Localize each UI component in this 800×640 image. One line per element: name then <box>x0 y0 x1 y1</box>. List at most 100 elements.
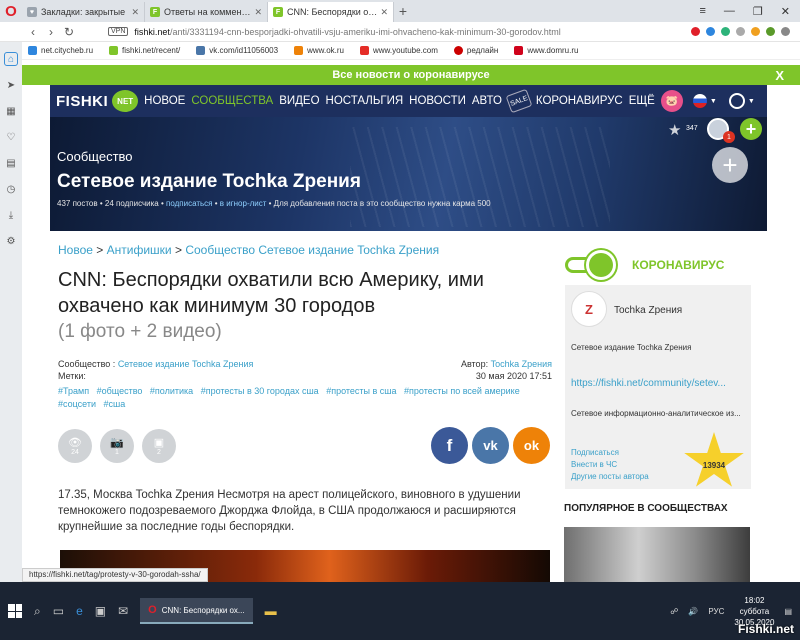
share-buttons: f vk ok <box>431 427 550 464</box>
download-icon[interactable]: ⤓ <box>4 208 18 222</box>
news-icon[interactable]: ▤ <box>4 156 18 170</box>
store-icon[interactable]: ▣ <box>95 604 106 618</box>
tab-replies[interactable]: F Ответы на комментарии ✕ <box>145 2 268 22</box>
vpn-badge[interactable]: VPN <box>108 27 129 36</box>
facebook-share-button[interactable]: f <box>431 427 468 464</box>
maximize-icon[interactable]: ❐ <box>753 5 763 18</box>
chevron-down-icon[interactable]: ▼ <box>748 98 755 105</box>
russia-flag-icon[interactable] <box>692 94 707 108</box>
hero-title[interactable]: Сетевое издание Tochka Zрения <box>57 171 361 193</box>
breadcrumb-community[interactable]: Сообщество Сетевое издание Tochka Zрения <box>185 243 439 257</box>
breadcrumb-section[interactable]: Антифишки <box>107 243 172 257</box>
bookmark-item[interactable]: www.domru.ru <box>514 46 578 55</box>
other-posts-link[interactable]: Другие посты автора <box>571 471 649 483</box>
tag-link[interactable]: #протесты в сша <box>326 386 396 396</box>
edge-icon[interactable]: e <box>76 604 83 618</box>
volume-icon[interactable]: 🔊 <box>688 607 698 616</box>
vk-share-button[interactable]: vk <box>472 427 509 464</box>
add-post-button[interactable]: + <box>740 118 762 140</box>
home-icon[interactable]: ⌂ <box>4 52 18 66</box>
author-avatar[interactable]: Z <box>571 291 607 327</box>
opera-icon[interactable] <box>691 27 700 36</box>
heart-icon[interactable]: ♡ <box>4 130 18 144</box>
subscribe-link[interactable]: подписаться <box>166 199 213 208</box>
sale-tag-icon[interactable]: SALE <box>505 88 533 114</box>
filter-icon[interactable]: ≡ <box>699 5 705 17</box>
close-window-icon[interactable]: ✕ <box>781 5 790 18</box>
close-tab-icon[interactable]: ✕ <box>131 7 139 18</box>
add-community-post-button[interactable]: + <box>712 147 748 183</box>
tag-link[interactable]: #общество <box>97 386 143 396</box>
tab-bookmarks[interactable]: ♥ Закладки: закрытые ✕ <box>22 2 145 22</box>
task-view-icon[interactable]: ▭ <box>53 604 64 618</box>
tag-link[interactable]: #Трамп <box>58 386 89 396</box>
close-tab-icon[interactable]: ✕ <box>380 7 388 18</box>
blacklist-link[interactable]: Внести в ЧС <box>571 459 649 471</box>
covid-logo[interactable]: КОРОНАВИРУС <box>565 251 751 281</box>
popular-photo[interactable] <box>564 527 750 582</box>
forward-icon[interactable]: › <box>42 25 60 39</box>
tag-link[interactable]: #политика <box>150 386 193 396</box>
subscribe-link[interactable]: Подписаться <box>571 447 649 459</box>
chevron-down-icon[interactable]: ▼ <box>710 98 717 105</box>
tag-link[interactable]: #протесты в 30 городах сша <box>201 386 319 396</box>
menu-icon[interactable] <box>781 27 790 36</box>
search-icon[interactable]: ⌕ <box>34 604 41 619</box>
bookmark-item[interactable]: www.ok.ru <box>294 46 344 55</box>
bookmark-item[interactable]: net.citycheb.ru <box>28 46 93 55</box>
taskbar-opera-window[interactable]: O CNN: Беспорядки ох... <box>140 598 253 624</box>
back-icon[interactable]: ‹ <box>24 25 42 39</box>
download-icon[interactable] <box>766 27 775 36</box>
new-tab-button[interactable]: + <box>394 3 412 19</box>
reload-icon[interactable]: ↻ <box>60 25 78 39</box>
covid-news-bar[interactable]: Все новости о коронавирусе X <box>22 65 800 85</box>
url-field[interactable]: fishki.net/anti/3331194-cnn-besporjadki-… <box>134 27 560 37</box>
heart-icon[interactable] <box>736 27 745 36</box>
piggy-bank-icon[interactable]: 🐷 <box>660 90 683 112</box>
nav-item-auto[interactable]: АВТО <box>472 95 502 107</box>
nav-item-video[interactable]: ВИДЕО <box>279 95 319 107</box>
speed-dial-icon[interactable]: ▦ <box>4 104 18 118</box>
author-site-link[interactable]: https://fishki.net/community/setev... <box>571 378 749 389</box>
folder-icon[interactable]: ▬ <box>265 604 277 618</box>
ok-share-button[interactable]: ok <box>513 427 550 464</box>
nav-item-new[interactable]: НОВОЕ <box>144 95 185 107</box>
breadcrumb-home[interactable]: Новое <box>58 243 93 257</box>
bookmark-item[interactable]: редлайн <box>453 46 498 55</box>
covid-news-link[interactable]: Все новости о коронавирусе <box>332 69 489 81</box>
nav-item-news[interactable]: НОВОСТИ <box>409 95 466 107</box>
nav-item-more[interactable]: ЕЩЁ <box>629 95 655 107</box>
tag-link[interactable]: #соцсети <box>58 399 96 409</box>
tag-link[interactable]: #протесты по всей америке <box>404 386 520 396</box>
bookmark-item[interactable]: fishki.net/recent/ <box>109 46 180 55</box>
language-indicator[interactable]: РУС <box>708 607 724 616</box>
author-name[interactable]: Tochka Zрения <box>614 305 682 316</box>
network-icon[interactable]: ☍ <box>670 607 678 616</box>
windows-start-icon[interactable] <box>8 604 22 618</box>
nav-item-communities[interactable]: СООБЩЕСТВА <box>191 95 273 107</box>
notifications-icon[interactable]: ▤ <box>784 607 792 616</box>
nav-item-nostalgia[interactable]: НОСТАЛЬГИЯ <box>326 95 404 107</box>
community-link[interactable]: Сетевое издание Tochka Zрения <box>118 359 254 369</box>
bookmark-item[interactable]: www.youtube.com <box>359 46 438 55</box>
bookmark-item[interactable]: vk.com/id11056003 <box>196 46 278 55</box>
snapshot-icon[interactable] <box>751 27 760 36</box>
tag-link[interactable]: #сша <box>104 399 126 409</box>
close-icon[interactable]: X <box>775 68 784 83</box>
settings-icon[interactable]: ⚙ <box>4 234 18 248</box>
nav-item-covid[interactable]: КОРОНАВИРУС <box>536 95 623 107</box>
mail-icon[interactable]: ✉ <box>118 604 128 618</box>
close-tab-icon[interactable]: ✕ <box>254 7 262 18</box>
arrow-icon[interactable]: ➤ <box>4 78 18 92</box>
star-icon[interactable]: ★ <box>668 121 681 139</box>
ignore-link[interactable]: в игнор-лист <box>220 199 267 208</box>
author-link[interactable]: Tochka Zрения <box>491 359 552 369</box>
minimize-icon[interactable]: — <box>724 5 735 17</box>
search-icon[interactable] <box>728 93 745 109</box>
shield-icon[interactable] <box>706 27 715 36</box>
check-icon[interactable] <box>721 27 730 36</box>
history-icon[interactable]: ◷ <box>4 182 18 196</box>
site-logo[interactable]: FISHKI <box>56 93 108 110</box>
tab-article[interactable]: F CNN: Беспорядки охвати ✕ <box>268 2 394 22</box>
opera-menu-icon[interactable]: O <box>0 0 22 22</box>
